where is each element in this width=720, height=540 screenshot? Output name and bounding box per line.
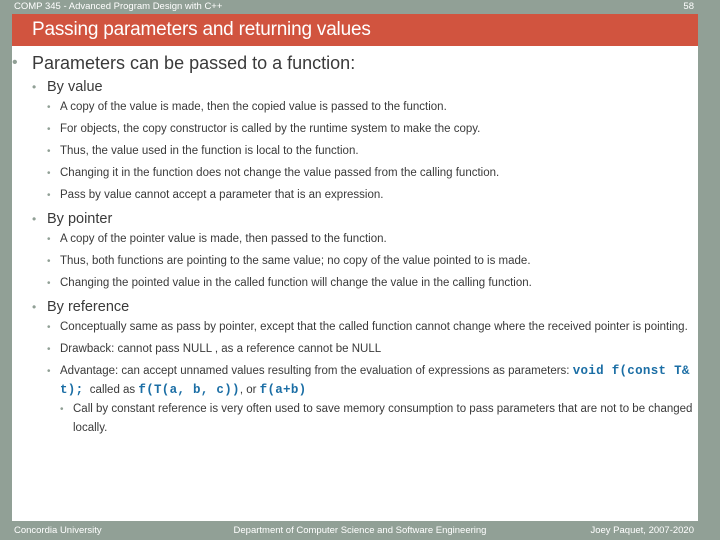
section-by-pointer: • By pointer • A copy of the pointer val… (32, 208, 698, 293)
detail-text: Pass by value cannot accept a parameter … (60, 189, 384, 201)
list-item: • By pointer • A copy of the pointer val… (32, 208, 698, 293)
list-item: • For objects, the copy constructor is c… (47, 120, 698, 139)
course-title: COMP 345 - Advanced Program Design with … (14, 1, 223, 12)
bullet-icon: • (47, 344, 51, 355)
bullet-icon: • (32, 300, 37, 314)
detail-text: Thus, both functions are pointing to the… (60, 255, 531, 267)
course-header-bar: COMP 345 - Advanced Program Design with … (0, 0, 720, 14)
section-heading: By value (47, 79, 103, 95)
bullet-icon: • (47, 278, 51, 289)
list-item: • A copy of the pointer value is made, t… (47, 230, 698, 249)
detail-text: A copy of the value is made, then the co… (60, 101, 447, 113)
bullet-icon: • (47, 146, 51, 157)
bullet-icon: • (47, 102, 51, 113)
section-heading: By reference (47, 299, 130, 315)
list-item: • Thus, both functions are pointing to t… (47, 252, 698, 271)
bullet-icon: • (47, 168, 51, 179)
slide-content: • Parameters can be passed to a function… (12, 50, 698, 512)
list-item: • Conceptually same as pass by pointer, … (47, 318, 698, 337)
code-snippet-call-2: f(a+b) (259, 383, 307, 397)
bullet-icon: • (47, 124, 51, 135)
list-item: • By value • A copy of the value is made… (32, 76, 698, 205)
right-frame-strip (698, 0, 720, 540)
section-by-value-items: • A copy of the value is made, then the … (47, 98, 698, 205)
section-by-reference-items: • Conceptually same as pass by pointer, … (47, 318, 698, 438)
detail-text: For objects, the copy constructor is cal… (60, 123, 481, 135)
section-by-reference: • By reference • Conceptually same as pa… (32, 296, 698, 438)
detail-text: Thus, the value used in the function is … (60, 145, 359, 157)
bullet-icon: • (47, 366, 51, 377)
list-item: • Pass by value cannot accept a paramete… (47, 186, 698, 205)
main-bullet-text: Parameters can be passed to a function: (32, 53, 356, 73)
bullet-icon: • (47, 322, 51, 333)
list-item: • Changing the pointed value in the call… (47, 274, 698, 293)
slide-number: 58 (683, 1, 694, 12)
bullet-icon: • (47, 234, 51, 245)
outline-level-1: • Parameters can be passed to a function… (12, 50, 698, 438)
bullet-icon: • (32, 80, 37, 94)
list-item: • By reference • Conceptually same as pa… (32, 296, 698, 438)
list-item: • Changing it in the function does not c… (47, 164, 698, 183)
page-title: Passing parameters and returning values (32, 19, 371, 40)
left-frame-strip (0, 0, 12, 540)
detail-text: Call by constant reference is very often… (73, 403, 693, 434)
list-item: • Drawback: cannot pass NULL , as a refe… (47, 340, 698, 359)
detail-text: Drawback: cannot pass NULL , as a refere… (60, 343, 382, 355)
section-by-pointer-items: • A copy of the pointer value is made, t… (47, 230, 698, 293)
section-heading: By pointer (47, 211, 113, 227)
list-item: • Call by constant reference is very oft… (60, 400, 698, 438)
list-item: • Thus, the value used in the function i… (47, 142, 698, 161)
footer-author: Joey Paquet, 2007-2020 (590, 525, 694, 536)
advantage-line: Advantage: can accept unnamed values res… (60, 362, 698, 400)
bullet-icon: • (32, 212, 37, 226)
bullet-icon: • (47, 256, 51, 267)
list-item: • Parameters can be passed to a function… (12, 50, 698, 438)
code-snippet-call-1: f(T(a, b, c)) (138, 383, 240, 397)
list-item-advantage: • Advantage: can accept unnamed values r… (47, 362, 698, 438)
footer-bar: Concordia University Department of Compu… (0, 521, 720, 540)
advantage-text-after: , or (239, 384, 257, 396)
section-by-value: • By value • A copy of the value is made… (32, 76, 698, 205)
advantage-text-before: Advantage: can accept unnamed values res… (60, 365, 570, 377)
bullet-icon: • (60, 404, 64, 415)
section-by-reference-subitems: • Call by constant reference is very oft… (60, 400, 698, 438)
bullet-icon: • (12, 54, 18, 71)
slide-title-band: Passing parameters and returning values (12, 14, 698, 46)
detail-text: Changing it in the function does not cha… (60, 167, 500, 179)
detail-text: A copy of the pointer value is made, the… (60, 233, 387, 245)
advantage-text-middle: called as (89, 384, 136, 396)
list-item: • A copy of the value is made, then the … (47, 98, 698, 117)
bullet-icon: • (47, 190, 51, 201)
detail-text: Changing the pointed value in the called… (60, 277, 532, 289)
detail-text: Conceptually same as pass by pointer, ex… (60, 321, 688, 333)
